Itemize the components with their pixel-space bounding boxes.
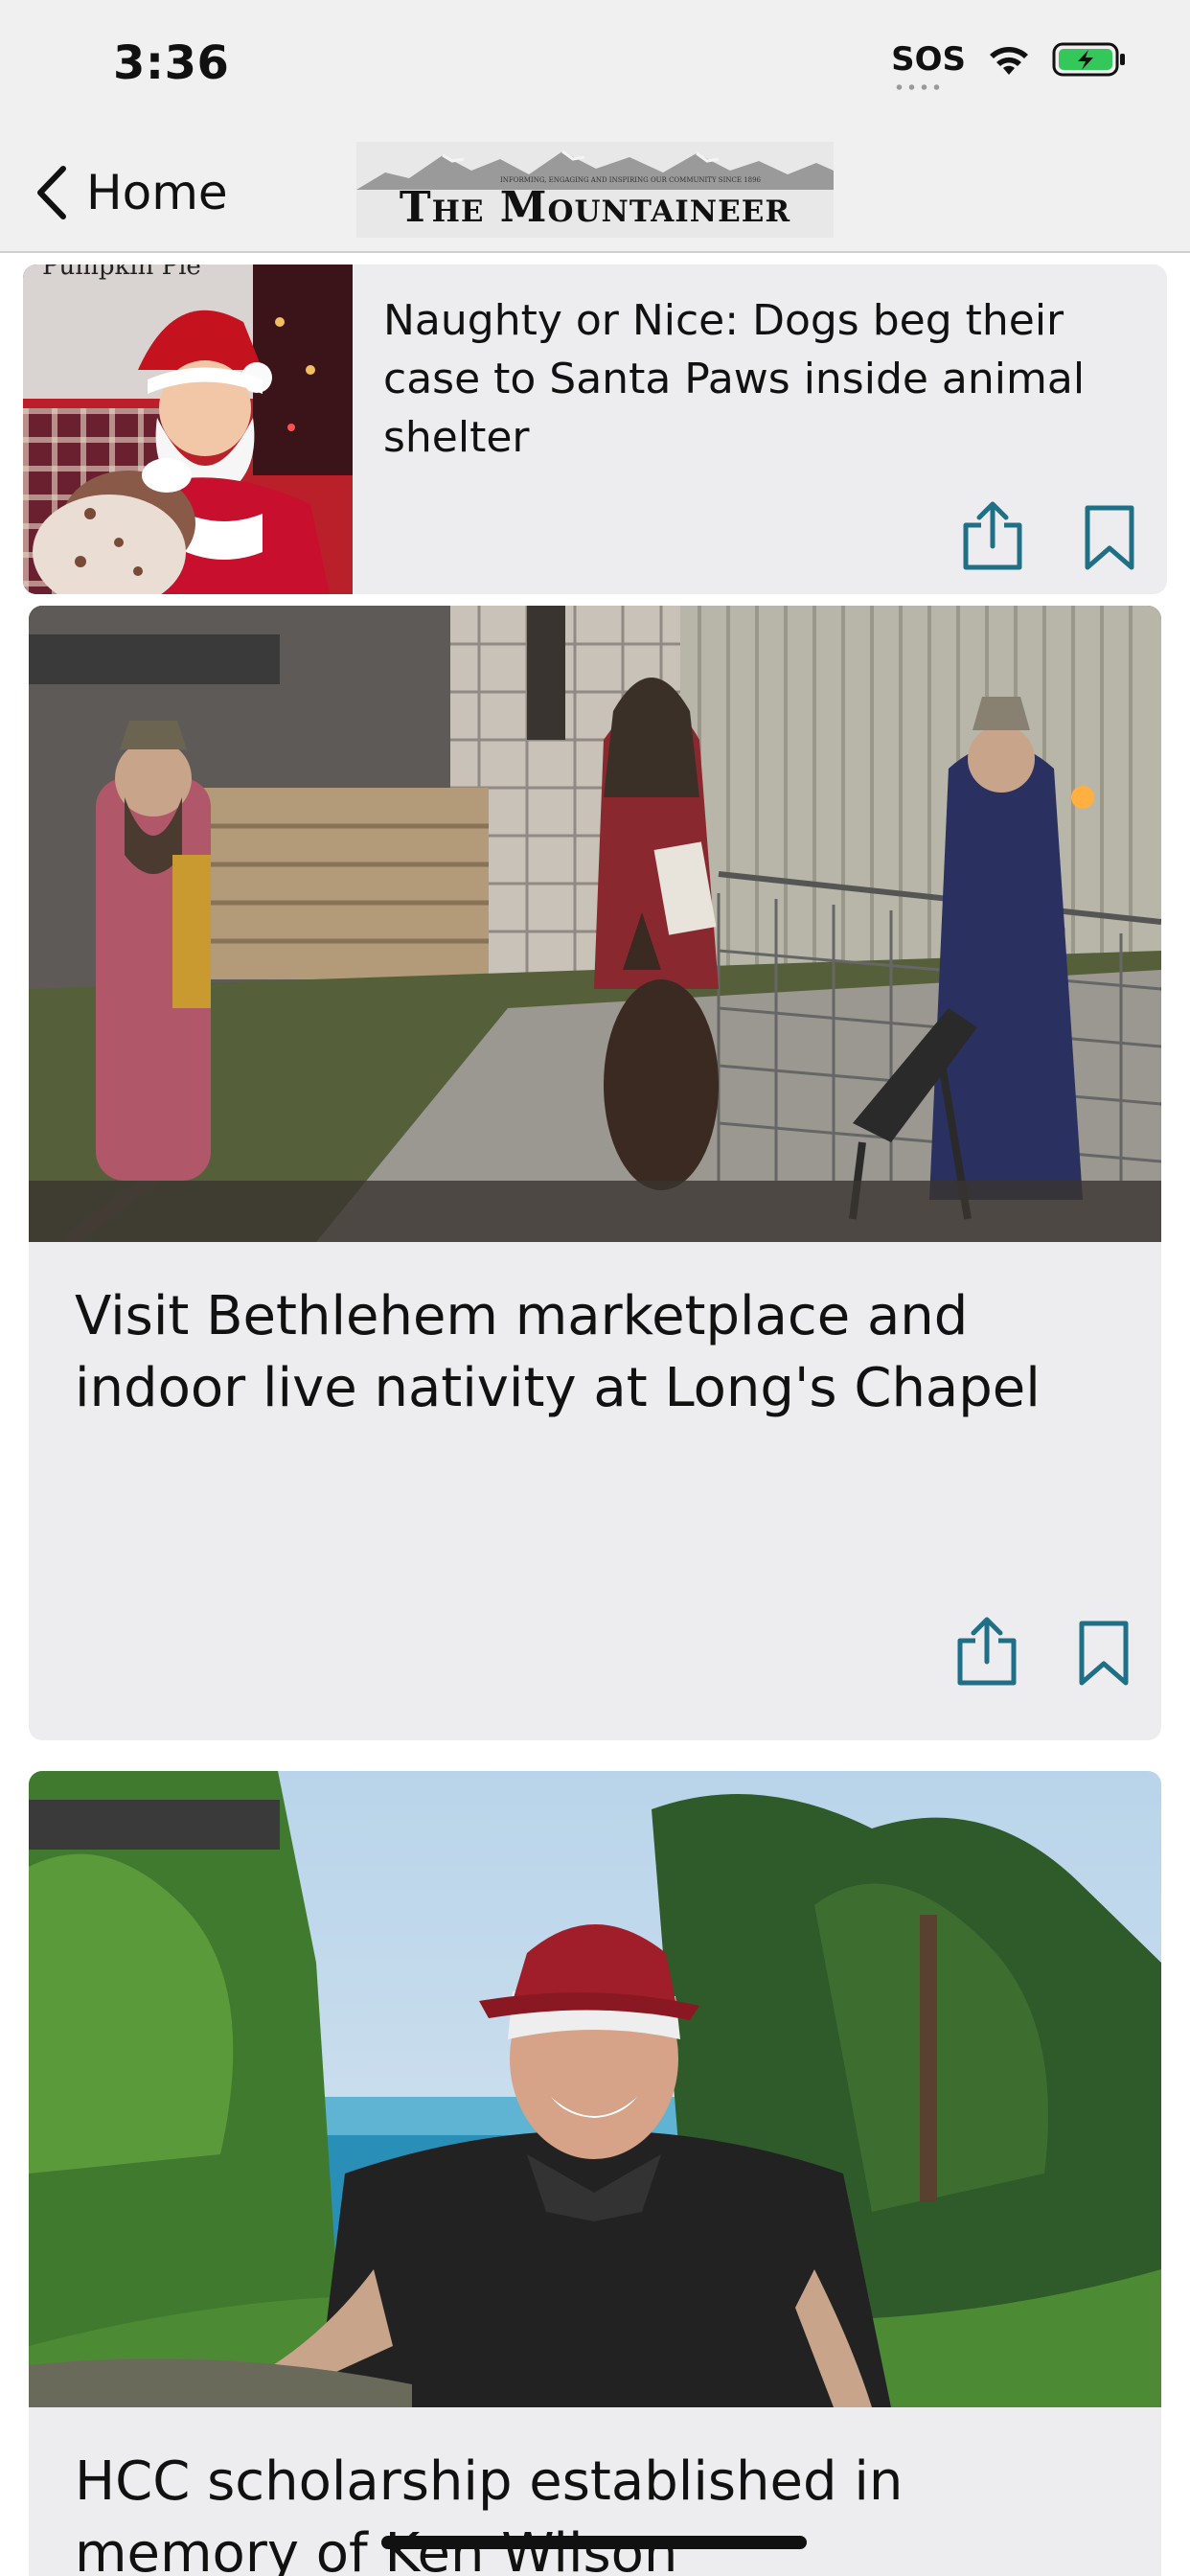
battery-charging-icon [1052, 42, 1125, 77]
article-title[interactable]: HCC scholarship established in memory of… [75, 2446, 1129, 2576]
navigation-bar: Home INFORMING, ENGAGING AND INSPIRING O… [0, 134, 1190, 253]
article-title[interactable]: Visit Bethlehem marketplace and indoor l… [75, 1280, 1129, 1424]
article-card[interactable]: Visit Bethlehem marketplace and indoor l… [29, 606, 1161, 1740]
category-label-redacted [29, 634, 280, 684]
logo-text: The Mountaineer [399, 183, 791, 232]
category-label-redacted [29, 1800, 280, 1850]
back-button[interactable]: Home [33, 157, 228, 228]
status-time: 3:36 [113, 36, 230, 90]
share-icon[interactable] [954, 1616, 1019, 1687]
bookmark-icon[interactable] [1083, 504, 1136, 571]
wifi-icon [990, 47, 1028, 75]
article-card[interactable]: Pumpkin Pie Naughty or Nice: Dogs beg th… [23, 264, 1167, 594]
home-indicator[interactable] [381, 2536, 807, 2549]
status-bar: 3:36 SOS [0, 0, 1190, 134]
man-in-red-cap-photo[interactable] [29, 1771, 1161, 2407]
signal-dots-icon [893, 84, 944, 90]
mountaineer-logo[interactable]: INFORMING, ENGAGING AND INSPIRING OUR CO… [356, 142, 834, 238]
chevron-left-icon [37, 166, 66, 219]
article-title[interactable]: Naughty or Nice: Dogs beg their case to … [383, 291, 1150, 467]
svg-text:Pumpkin Pie: Pumpkin Pie [42, 264, 201, 281]
santa-with-dog-photo[interactable]: Pumpkin Pie [23, 264, 353, 594]
sos-indicator: SOS [891, 40, 966, 90]
article-card[interactable]: HCC scholarship established in memory of… [29, 1771, 1161, 2576]
bookmark-icon[interactable] [1077, 1620, 1131, 1687]
share-icon[interactable] [960, 500, 1025, 571]
article-feed[interactable]: Pumpkin Pie Naughty or Nice: Dogs beg th… [0, 255, 1190, 2576]
back-label: Home [86, 165, 228, 220]
status-icons: SOS [891, 40, 1127, 90]
live-nativity-photo[interactable] [29, 606, 1161, 1242]
sos-label: SOS [891, 40, 966, 79]
